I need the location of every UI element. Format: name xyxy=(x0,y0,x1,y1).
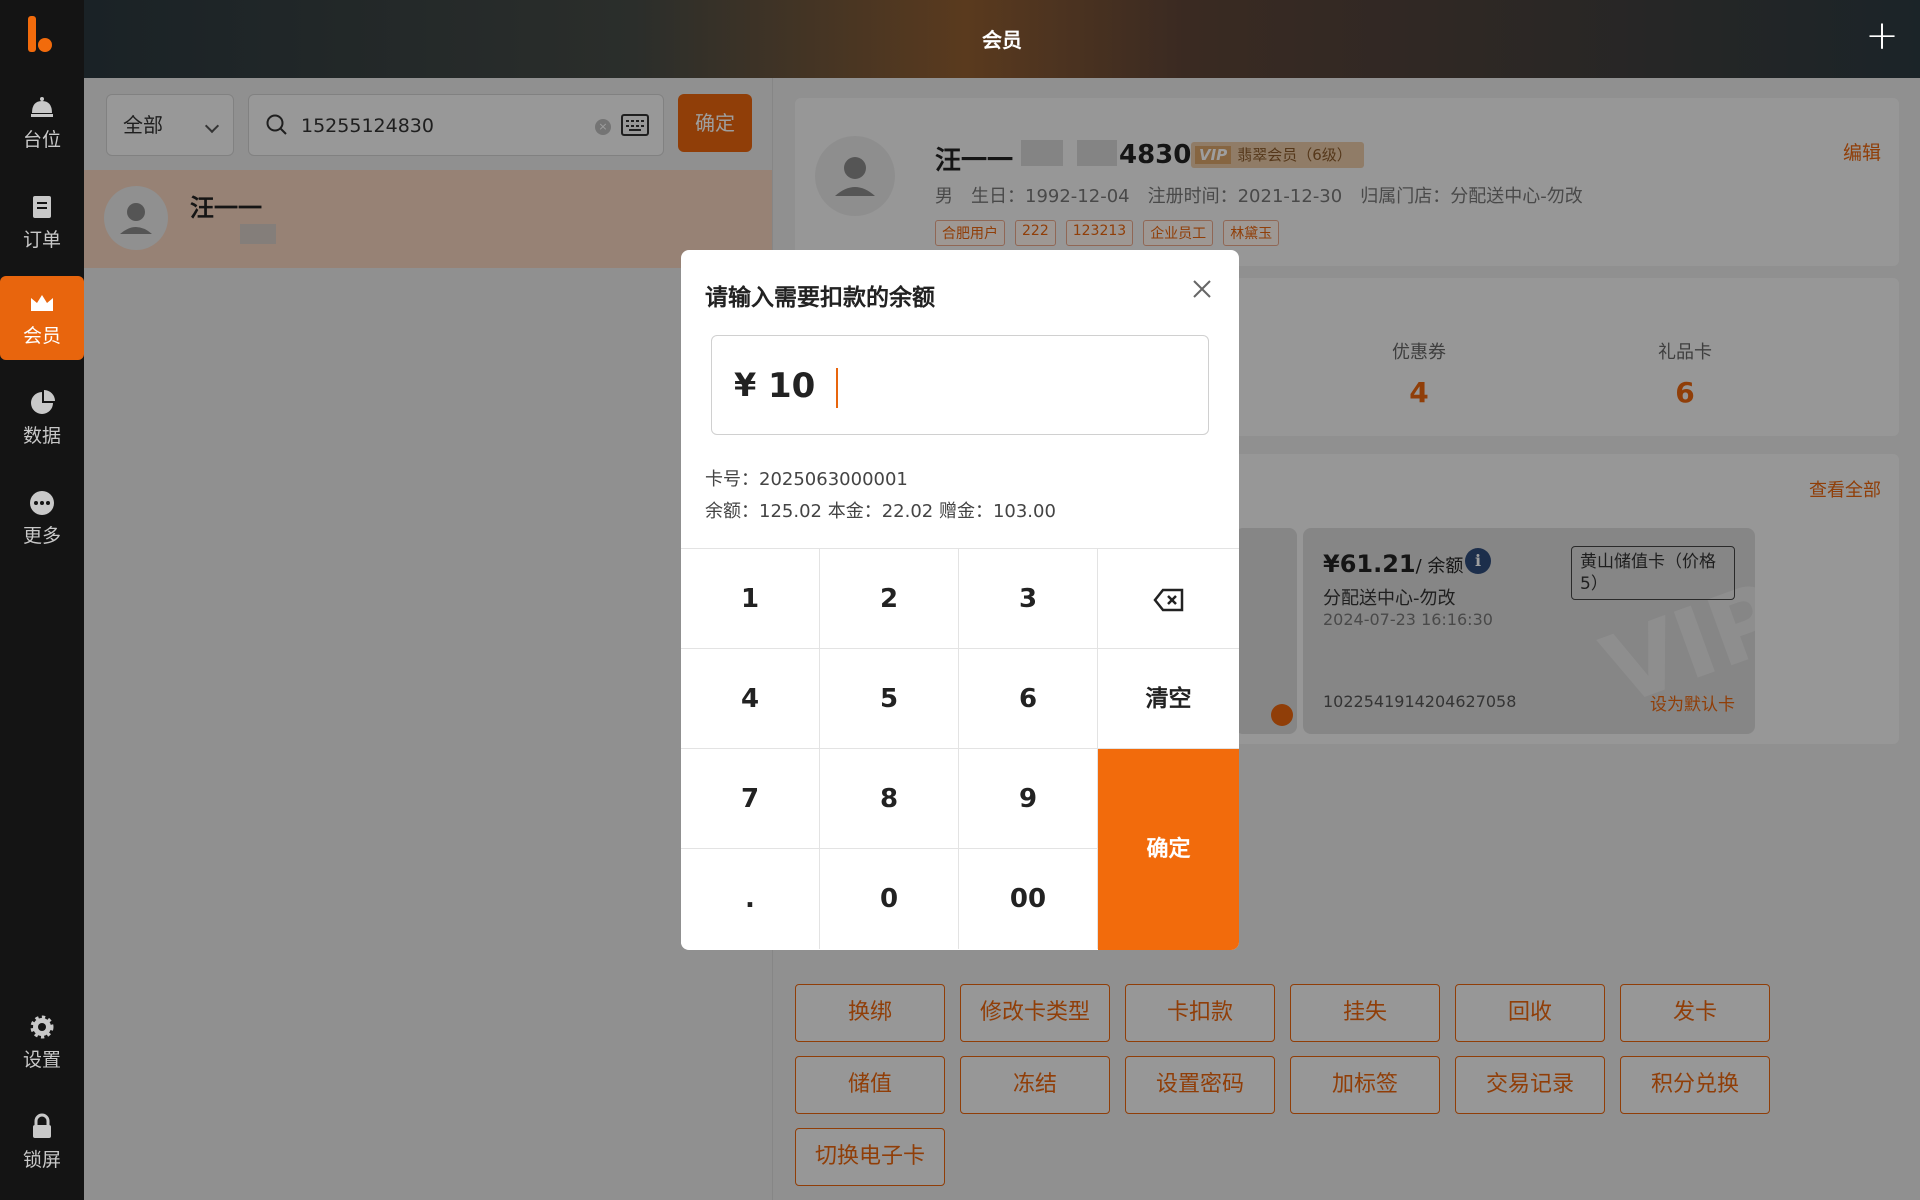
confirm-button[interactable]: 确定 xyxy=(1098,749,1239,950)
sidebar-item-table[interactable]: 台位 xyxy=(0,80,84,164)
sidebar-item-label: 更多 xyxy=(22,524,61,547)
amount-value: 10 xyxy=(768,366,816,406)
page-title: 会员 xyxy=(982,28,1022,52)
sidebar-item-label: 锁屏 xyxy=(22,1148,61,1171)
key-00[interactable]: 00 xyxy=(959,849,1098,949)
sidebar-item-members[interactable]: 会员 xyxy=(0,276,84,360)
key-9[interactable]: 9 xyxy=(959,749,1098,849)
key-dot[interactable]: . xyxy=(681,849,820,949)
sidebar-item-data[interactable]: 数据 xyxy=(0,376,84,460)
currency-symbol: ¥ xyxy=(734,366,757,404)
balance-line: 余额：125.02 本金：22.02 赠金：103.00 xyxy=(705,501,1056,522)
clipboard-icon xyxy=(33,195,51,218)
key-6[interactable]: 6 xyxy=(959,649,1098,749)
key-7[interactable]: 7 xyxy=(681,749,820,849)
crown-icon xyxy=(31,294,53,311)
sidebar-item-lock[interactable]: 锁屏 xyxy=(0,1100,84,1184)
key-5[interactable]: 5 xyxy=(820,649,959,749)
lock-icon xyxy=(33,1113,51,1138)
text-caret xyxy=(836,368,838,408)
key-4[interactable]: 4 xyxy=(681,649,820,749)
card-balance-info: 卡号：2025063000001 余额：125.02 本金：22.02 赠金：1… xyxy=(705,464,1056,528)
sidebar: 台位 订单 会员 数据 更多 设置 锁屏 xyxy=(0,0,84,1200)
gear-icon xyxy=(30,1015,54,1038)
sidebar-item-label: 数据 xyxy=(22,424,61,447)
add-icon[interactable]: + xyxy=(1864,16,1900,56)
sidebar-item-label: 台位 xyxy=(22,128,61,151)
sidebar-item-more[interactable]: 更多 xyxy=(0,476,84,560)
key-3[interactable]: 3 xyxy=(959,549,1098,649)
more-icon xyxy=(30,490,54,515)
key-8[interactable]: 8 xyxy=(820,749,959,849)
dialog-title: 请输入需要扣款的余额 xyxy=(705,285,935,311)
backspace-key[interactable] xyxy=(1098,549,1239,649)
top-bar: 会员 + xyxy=(84,0,1920,78)
sidebar-item-label: 设置 xyxy=(22,1048,61,1071)
amount-input[interactable]: ¥ 10 xyxy=(711,335,1209,435)
close-icon[interactable] xyxy=(1191,278,1213,300)
bell-icon xyxy=(31,96,53,117)
pie-chart-icon xyxy=(31,389,55,414)
key-2[interactable]: 2 xyxy=(820,549,959,649)
app-logo xyxy=(28,16,58,52)
key-1[interactable]: 1 xyxy=(681,549,820,649)
key-0[interactable]: 0 xyxy=(820,849,959,949)
backspace-icon xyxy=(1152,588,1183,611)
sidebar-item-settings[interactable]: 设置 xyxy=(0,1000,84,1084)
numeric-keypad: 1 2 3 4 5 6 清空 7 8 9 . 0 00 确定 xyxy=(681,548,1239,950)
card-number-line: 卡号：2025063000001 xyxy=(705,469,908,490)
clear-key[interactable]: 清空 xyxy=(1098,649,1239,749)
sidebar-item-label: 会员 xyxy=(22,324,61,347)
sidebar-item-orders[interactable]: 订单 xyxy=(0,180,84,264)
deduct-balance-dialog: 请输入需要扣款的余额 ¥ 10 卡号：2025063000001 余额：125.… xyxy=(681,250,1239,950)
sidebar-item-label: 订单 xyxy=(22,228,61,251)
